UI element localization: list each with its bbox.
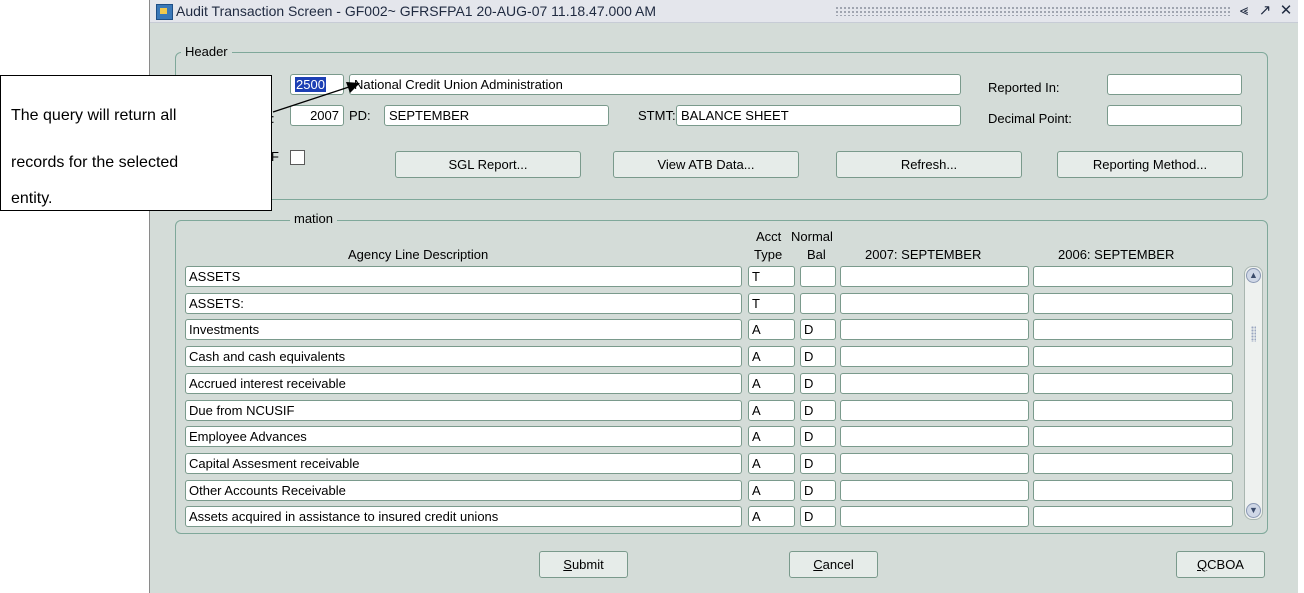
callout-arrow (272, 82, 360, 113)
